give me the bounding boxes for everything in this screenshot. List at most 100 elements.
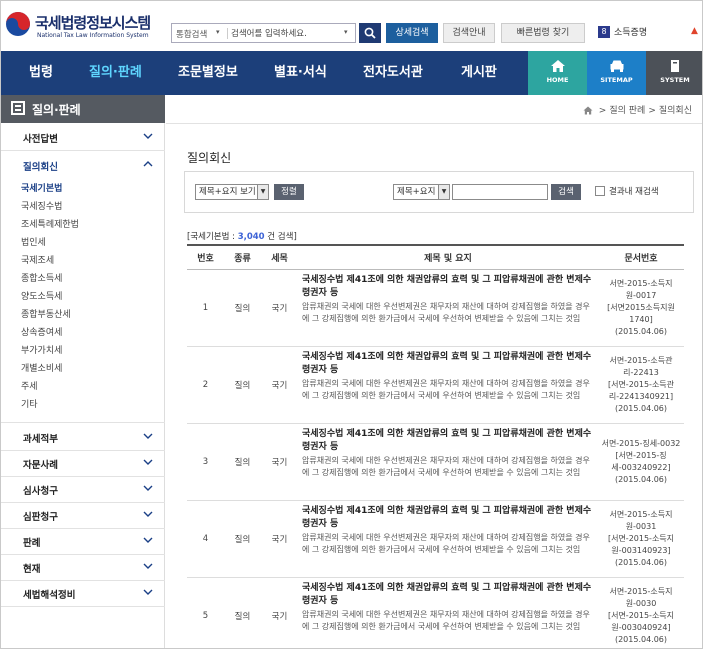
doc-date: (2015.04.06) xyxy=(614,557,668,567)
chevron-down-icon xyxy=(143,511,153,517)
site-logo[interactable]: 국세법령정보시스템 National Tax Law Information S… xyxy=(5,11,165,43)
row-summary: 압류채권의 국세에 대한 우선변제권은 채무자의 재산에 대하여 강제집행을 하… xyxy=(302,378,590,401)
search-divider xyxy=(227,28,228,39)
sidebar-section-interpretation[interactable]: 세법해석정비 xyxy=(1,579,165,607)
row-title-link[interactable]: 국세징수법 제41조에 의한 채권압류의 효력 및 그 피압류채권에 관한 변제… xyxy=(302,582,594,608)
sidebar-section-tribunal[interactable]: 심판청구 xyxy=(1,501,165,529)
search-type-arrow-icon[interactable]: ▾ xyxy=(216,28,220,36)
chevron-up-icon xyxy=(143,161,153,167)
page-frame: 국세법령정보시스템 National Tax Law Information S… xyxy=(0,0,703,649)
sidebar-item-vat[interactable]: 부가가치세 xyxy=(21,343,62,356)
nav-appendix-forms[interactable]: 별표·서식 xyxy=(274,51,327,95)
breadcrumb: > 질의 판례 > 질의회신 xyxy=(166,95,702,123)
sidebar-section-constitutional[interactable]: 현재 xyxy=(1,553,165,581)
sidebar-item-basic-act[interactable]: 국세기본법 xyxy=(21,181,62,194)
doc-no: 서면-2015-소득지원-0031 xyxy=(609,509,673,531)
row-summary: 압류채권의 국세에 대한 우선변제권은 채무자의 재산에 대하여 강제집행을 하… xyxy=(302,609,590,632)
search-type-select[interactable]: 통합검색 xyxy=(176,28,207,40)
sidebar-section-advisory[interactable]: 자문사례 xyxy=(1,449,165,477)
breadcrumb-separator: > xyxy=(648,106,656,116)
doc-date: (2015.04.06) xyxy=(614,326,668,336)
row-title-link[interactable]: 국세징수법 제41조에 의한 채권압류의 효력 및 그 피압류채권에 관한 변제… xyxy=(302,351,594,377)
table-row[interactable]: 2 질의 국기 국세징수법 제41조에 의한 채권압류의 효력 및 그 피압류채… xyxy=(187,346,684,424)
sidebar-item-liquor-tax[interactable]: 주세 xyxy=(21,379,38,392)
row-title-link[interactable]: 국세징수법 제41조에 의한 채권압류의 효력 및 그 피압류채권에 관한 변제… xyxy=(302,505,594,531)
cell-doc-no: 서면-2015-소득지원-0031 [서면-2015-소득지원-00314092… xyxy=(598,500,684,578)
chevron-down-icon xyxy=(143,563,153,569)
row-summary: 압류채권의 국세에 대한 우선변제권은 채무자의 재산에 대하여 강제집행을 하… xyxy=(302,301,590,324)
sidebar-item-property-tax[interactable]: 종합부동산세 xyxy=(21,307,71,320)
search-guide-button[interactable]: 검색안내 xyxy=(443,23,495,43)
sidebar-section-label: 세법해석정비 xyxy=(23,590,76,601)
view-mode-value: 제목+요지 보기 xyxy=(199,187,256,197)
home-icon[interactable] xyxy=(583,106,593,115)
nav-board[interactable]: 게시판 xyxy=(461,51,497,95)
advanced-search-button[interactable]: 상세검색 xyxy=(386,23,438,43)
doc-no-alt: [서면-2015-소득관리-2241340921] xyxy=(607,379,675,401)
row-title-link[interactable]: 국세징수법 제41조에 의한 채권압류의 효력 및 그 피압류채권에 관한 변제… xyxy=(302,428,594,454)
sidebar-item-corporate-tax[interactable]: 법인세 xyxy=(21,235,46,248)
sort-button[interactable]: 정렬 xyxy=(274,184,304,200)
filter-search-input[interactable] xyxy=(452,184,548,200)
row-title-link[interactable]: 국세징수법 제41조에 의한 채권압류의 효력 및 그 피압류채권에 관한 변제… xyxy=(302,274,594,300)
cell-tax: 국기 xyxy=(261,423,298,501)
nav-law[interactable]: 법령 xyxy=(29,51,53,95)
sidebar-section-review-claim[interactable]: 심사청구 xyxy=(1,475,165,503)
cell-title-summary: 국세징수법 제41조에 의한 채권압류의 효력 및 그 피압류채권에 관한 변제… xyxy=(298,500,598,578)
quick-home-button[interactable]: HOME xyxy=(528,51,587,95)
table-row[interactable]: 3 질의 국기 국세징수법 제41조에 의한 채권압류의 효력 및 그 피압류채… xyxy=(187,423,684,501)
view-mode-select[interactable]: 제목+요지 보기 ▼ xyxy=(195,184,269,200)
sidebar-item-etc[interactable]: 기타 xyxy=(21,397,38,410)
chevron-down-icon xyxy=(143,459,153,465)
cell-kind: 질의 xyxy=(224,346,261,424)
income-cert-link[interactable]: 8 소득증명 xyxy=(598,25,647,41)
col-header-doc-no: 문서번호 xyxy=(598,244,684,270)
col-header-tax: 세목 xyxy=(261,244,298,270)
table-row[interactable]: 4 질의 국기 국세징수법 제41조에 의한 채권압류의 효력 및 그 피압류채… xyxy=(187,500,684,578)
nav-article-info[interactable]: 조문별정보 xyxy=(178,51,238,95)
search-field-value: 제목+요지 xyxy=(397,187,436,197)
sidebar-item-special-tax[interactable]: 조세특례제한법 xyxy=(21,217,79,230)
sidebar-section-tax-review[interactable]: 과세적부 xyxy=(1,423,165,451)
table-header-row: 번호 종류 세목 제목 및 요지 문서번호 xyxy=(187,244,684,270)
sidebar-item-gift-tax[interactable]: 상속증여세 xyxy=(21,325,62,338)
cell-kind: 질의 xyxy=(224,269,261,347)
sidebar-item-transfer-tax[interactable]: 양도소득세 xyxy=(21,289,62,302)
table-row[interactable]: 5 질의 국기 국세징수법 제41조에 의한 채권압류의 효력 및 그 피압류채… xyxy=(187,577,684,648)
table-row[interactable]: 1 질의 국기 국세징수법 제41조에 의한 채권압류의 효력 및 그 피압류채… xyxy=(187,269,684,347)
nav-inquiry-precedent[interactable]: 질의·판례 xyxy=(89,51,142,95)
search-input[interactable] xyxy=(231,26,337,41)
cell-doc-no: 서면-2015-소득관리-22413 [서면-2015-소득관리-2241340… xyxy=(598,346,684,424)
nav-e-library[interactable]: 전자도서관 xyxy=(363,51,423,95)
sidebar-item-collection-act[interactable]: 국세징수법 xyxy=(21,199,62,212)
cert-badge: 8 xyxy=(598,25,610,38)
breadcrumb-item-inquiry-precedent[interactable]: 질의 판례 xyxy=(609,106,645,116)
quick-law-find-button[interactable]: 빠른법령 찾기 xyxy=(501,23,585,43)
quick-sitemap-button[interactable]: SITEMAP xyxy=(587,51,646,95)
breadcrumb-separator: > xyxy=(598,106,607,116)
sidebar-section-inquiry[interactable]: 질의회신 국세기본법 국세징수법 조세특례제한법 법인세 국제조세 종합소득세 … xyxy=(1,151,165,423)
sidebar-section-pre-answer[interactable]: 사전답변 xyxy=(1,123,165,151)
sidebar-item-excise-tax[interactable]: 개별소비세 xyxy=(21,361,62,374)
doc-no-alt: [서면-2015-징세-003240922] xyxy=(611,450,671,472)
cell-title-summary: 국세징수법 제41조에 의한 채권압류의 효력 및 그 피압류채권에 관한 변제… xyxy=(298,269,598,347)
cell-no: 4 xyxy=(187,500,224,578)
breadcrumb-item-inquiry-reply[interactable]: 질의회신 xyxy=(659,106,692,116)
research-within-checkbox[interactable] xyxy=(595,186,605,196)
quick-system-button[interactable]: SYSTEM xyxy=(646,51,702,95)
sidebar-item-income-tax[interactable]: 종합소득세 xyxy=(21,271,62,284)
scroll-top-arrow-icon[interactable]: ▲ xyxy=(691,26,698,36)
sidebar-section-label: 심사청구 xyxy=(23,486,58,497)
cell-tax: 국기 xyxy=(261,500,298,578)
sidebar-section-precedent[interactable]: 판례 xyxy=(1,527,165,555)
sidebar-item-international-tax[interactable]: 국제조세 xyxy=(21,253,54,266)
filter-search-button[interactable]: 검색 xyxy=(551,184,581,200)
col-header-no: 번호 xyxy=(187,244,224,270)
search-dropdown-icon[interactable]: ▾ xyxy=(344,28,348,36)
cell-kind: 질의 xyxy=(224,500,261,578)
search-box: 통합검색 ▾ ▾ xyxy=(171,23,356,43)
sidebar-section-label: 현재 xyxy=(23,564,41,575)
search-button[interactable] xyxy=(359,23,381,43)
cell-doc-no: 서면-2015-소득지원-0017 [서면2015소득지원1740] (2015… xyxy=(598,269,684,347)
search-field-select[interactable]: 제목+요지 ▼ xyxy=(393,184,450,200)
